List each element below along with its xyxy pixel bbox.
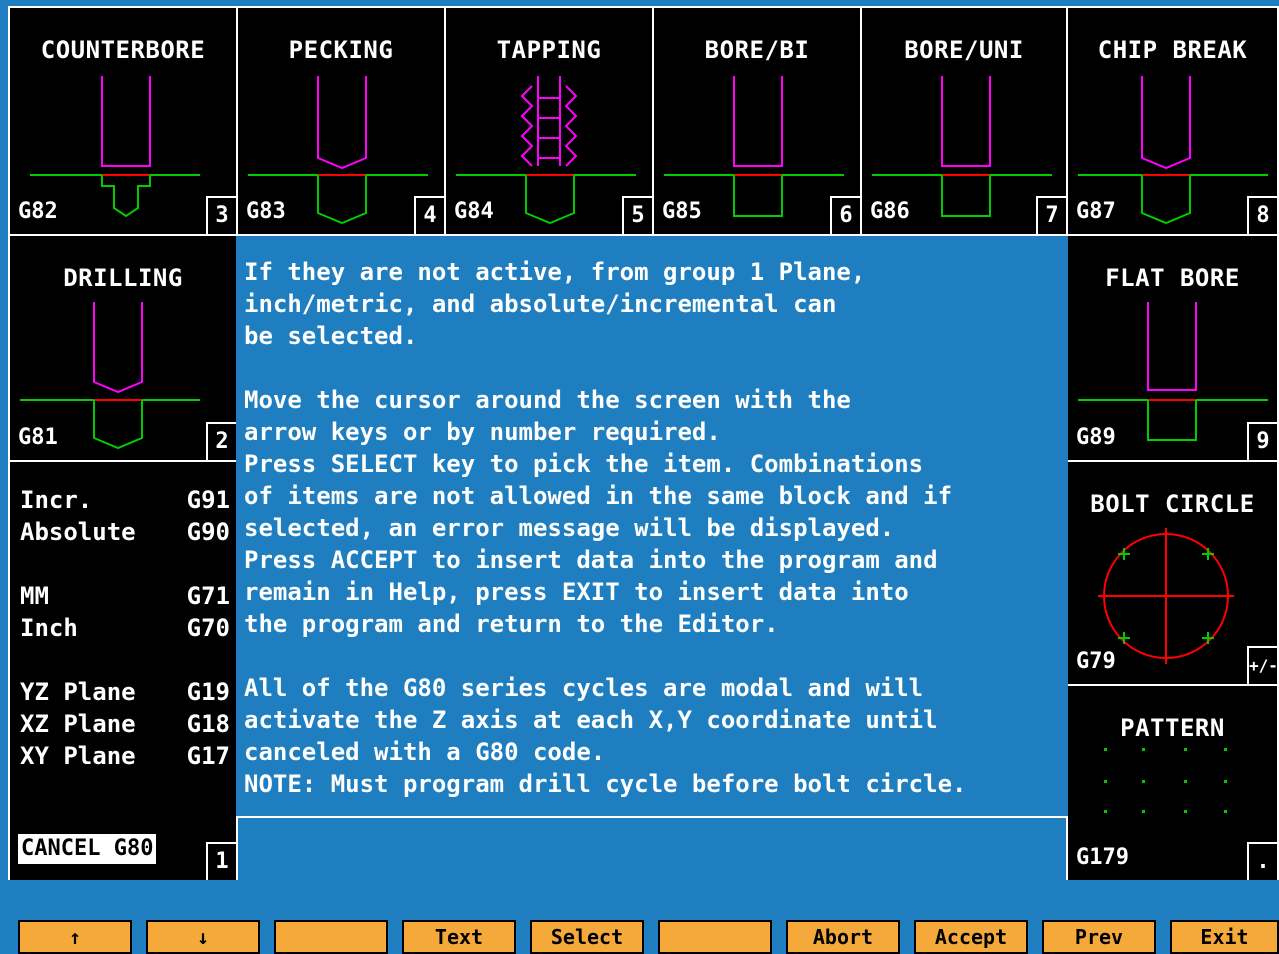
help-line: arrow keys or by number required. bbox=[244, 418, 721, 446]
mode-incr[interactable]: Incr. G91 bbox=[20, 484, 230, 516]
mode-label: YZ Plane bbox=[20, 678, 136, 706]
mode-code: G71 bbox=[186, 582, 230, 610]
cycle-drilling[interactable]: DRILLING G81 2 bbox=[8, 234, 238, 462]
cycle-number: 2 bbox=[206, 422, 236, 460]
cycle-code: G87 bbox=[1076, 199, 1116, 224]
help-line: canceled with a G80 code. bbox=[244, 738, 606, 766]
help-line: Move the cursor around the screen with t… bbox=[244, 386, 851, 414]
exit-key[interactable]: Exit bbox=[1170, 920, 1279, 954]
cycle-number: 9 bbox=[1247, 422, 1277, 460]
cycle-code: G86 bbox=[870, 199, 910, 224]
cycle-code: G89 bbox=[1076, 425, 1116, 450]
help-line: Press ACCEPT to insert data into the pro… bbox=[244, 546, 938, 574]
help-line: remain in Help, press EXIT to insert dat… bbox=[244, 578, 909, 606]
mode-label: MM bbox=[20, 582, 49, 610]
help-line: the program and return to the Editor. bbox=[244, 610, 779, 638]
cycle-number: 8 bbox=[1247, 196, 1277, 234]
mode-absolute[interactable]: Absolute G90 bbox=[20, 516, 230, 548]
help-line: Press SELECT key to pick the item. Combi… bbox=[244, 450, 924, 478]
plus-minus-key[interactable]: +/- bbox=[1247, 646, 1278, 684]
help-line: If they are not active, from group 1 Pla… bbox=[244, 258, 866, 286]
mode-inch[interactable]: Inch G70 bbox=[20, 612, 230, 644]
cycle-number: 4 bbox=[414, 196, 444, 234]
mode-label: Absolute bbox=[20, 518, 136, 546]
accept-key[interactable]: Accept bbox=[914, 920, 1028, 954]
mode-code: G70 bbox=[186, 614, 230, 642]
cycle-number: 6 bbox=[830, 196, 860, 234]
text-key[interactable]: Text bbox=[402, 920, 516, 954]
blank-key-3[interactable] bbox=[274, 920, 388, 954]
cycle-code: G179 bbox=[1076, 845, 1129, 870]
help-line: NOTE: Must program drill cycle before bo… bbox=[244, 770, 967, 798]
mode-mm[interactable]: MM G71 bbox=[20, 580, 230, 612]
cycle-tapping[interactable]: TAPPING G84 5 bbox=[444, 6, 654, 236]
help-line: inch/metric, and absolute/incremental ca… bbox=[244, 290, 837, 318]
mode-code: G90 bbox=[186, 518, 230, 546]
cycle-code: G83 bbox=[246, 199, 286, 224]
modes-list: Incr. G91 Absolute G90 MM G71 Inch G70 YZ Pl… bbox=[20, 484, 230, 772]
cycle-chip-break[interactable]: CHIP BREAK G87 8 bbox=[1066, 6, 1279, 236]
help-line: of items are not allowed in the same blo… bbox=[244, 482, 953, 510]
mode-xy-plane[interactable]: XY Plane G17 bbox=[20, 740, 230, 772]
decimal-key[interactable]: . bbox=[1247, 842, 1277, 880]
cycle-code: G85 bbox=[662, 199, 702, 224]
cycle-code: G81 bbox=[18, 425, 58, 450]
cycle-code: G79 bbox=[1076, 649, 1116, 674]
modes-panel: Incr. G91 Absolute G90 MM G71 Inch G70 YZ Pl… bbox=[8, 460, 238, 882]
help-line: All of the G80 series cycles are modal a… bbox=[244, 674, 924, 702]
abort-key[interactable]: Abort bbox=[786, 920, 900, 954]
mode-label: Inch bbox=[20, 614, 78, 642]
cycle-flat-bore[interactable]: FLAT BORE G89 9 bbox=[1066, 234, 1279, 462]
mode-code: G91 bbox=[186, 486, 230, 514]
cancel-g80-button[interactable]: CANCEL G80 bbox=[18, 834, 157, 864]
cycle-code: G84 bbox=[454, 199, 494, 224]
mode-code: G19 bbox=[186, 678, 230, 706]
mode-label: Incr. bbox=[20, 486, 93, 514]
cycle-counterbore[interactable]: COUNTERBORE G82 3 bbox=[8, 6, 238, 236]
help-divider bbox=[236, 816, 1068, 818]
help-panel: If they are not active, from group 1 Pla… bbox=[236, 236, 1068, 816]
cycle-bore-bi[interactable]: BORE/BI G85 6 bbox=[652, 6, 862, 236]
mode-label: XZ Plane bbox=[20, 710, 136, 738]
prev-key[interactable]: Prev bbox=[1042, 920, 1156, 954]
mode-label: XY Plane bbox=[20, 742, 136, 770]
cycle-number: 3 bbox=[206, 196, 236, 234]
help-line: selected, an error message will be displ… bbox=[244, 514, 895, 542]
function-key-bar: ↑ ↓ Text Select Abort Accept Prev Exit bbox=[0, 880, 1279, 954]
cycle-pecking[interactable]: PECKING G83 4 bbox=[236, 6, 446, 236]
blank-key-6[interactable] bbox=[658, 920, 772, 954]
mode-code: G17 bbox=[186, 742, 230, 770]
cycle-number: 5 bbox=[622, 196, 652, 234]
cycle-bore-uni[interactable]: BORE/UNI G86 7 bbox=[860, 6, 1068, 236]
cycle-code: G82 bbox=[18, 199, 58, 224]
cycle-number: 7 bbox=[1036, 196, 1066, 234]
mode-xz-plane[interactable]: XZ Plane G18 bbox=[20, 708, 230, 740]
cancel-number: 1 bbox=[206, 842, 236, 880]
cycle-bolt-circle[interactable]: BOLT CIRCLE G79 +/- bbox=[1066, 460, 1279, 686]
down-arrow-key[interactable]: ↓ bbox=[146, 920, 260, 954]
help-line: be selected. bbox=[244, 322, 418, 350]
select-key[interactable]: Select bbox=[530, 920, 644, 954]
cycle-pattern[interactable]: PATTERN G179 . bbox=[1066, 684, 1279, 882]
up-arrow-key[interactable]: ↑ bbox=[18, 920, 132, 954]
help-line: activate the Z axis at each X,Y coordina… bbox=[244, 706, 938, 734]
mode-yz-plane[interactable]: YZ Plane G19 bbox=[20, 676, 230, 708]
mode-code: G18 bbox=[186, 710, 230, 738]
